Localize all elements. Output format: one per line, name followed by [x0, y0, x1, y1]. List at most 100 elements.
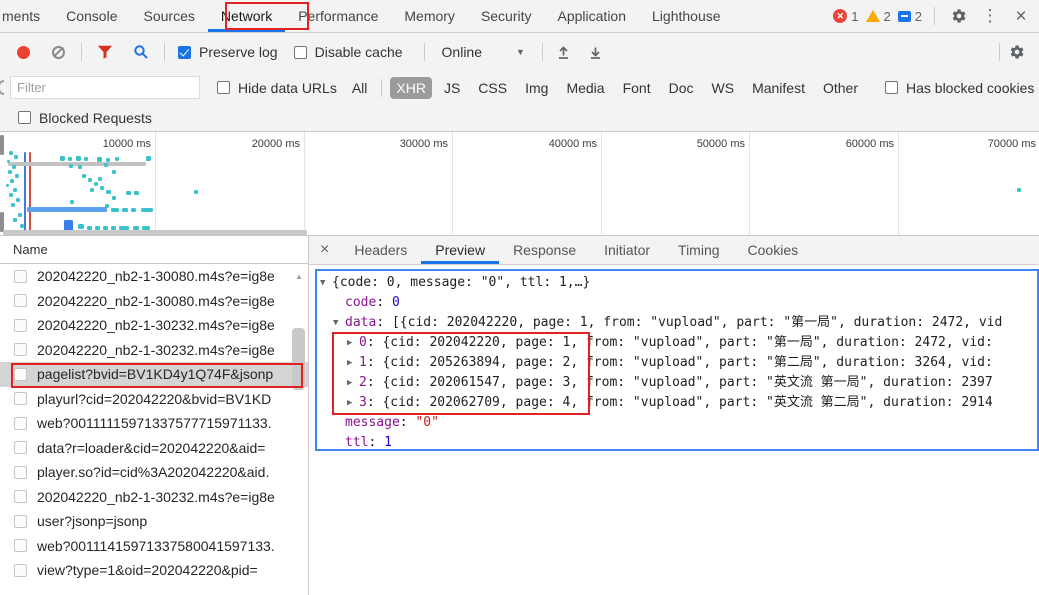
table-row[interactable]: view?type=1&oid=202042220&pid= [0, 558, 308, 583]
blocked-requests-checkbox[interactable] [18, 111, 31, 124]
table-row[interactable]: web?00111115971337577715971133. [0, 411, 308, 436]
network-settings-gear-icon[interactable] [1005, 40, 1029, 64]
tick-label: 40000 ms [549, 138, 597, 150]
type-filter-font[interactable]: Font [617, 77, 657, 99]
has-blocked-cookies-label[interactable]: Has blocked cookies [906, 80, 1034, 96]
waterfall-mark [76, 156, 81, 161]
message-count: 2 [915, 9, 922, 24]
detail-tab-initiator[interactable]: Initiator [590, 236, 664, 264]
close-devtools-icon[interactable]: × [1009, 4, 1033, 28]
scrollbar-thumb[interactable] [292, 328, 305, 390]
json-line[interactable]: ▼{code: 0, message: "0", ttl: 1,…} [318, 273, 1036, 293]
network-toolbar: Preserve log Disable cache Online ▼ [0, 33, 1039, 71]
type-filter-img[interactable]: Img [519, 77, 554, 99]
expander-icon[interactable]: ▼ [320, 273, 332, 293]
table-row[interactable]: 202042220_nb2-1-30080.m4s?e=ig8e [0, 289, 308, 314]
filter-input[interactable] [10, 76, 200, 99]
settings-gear-icon[interactable] [947, 4, 971, 28]
json-text: message [345, 415, 400, 430]
clear-icon[interactable] [52, 46, 65, 59]
json-line[interactable]: ▼data: [{cid: 202042220, page: 1, from: … [318, 313, 1036, 333]
detail-tab-preview[interactable]: Preview [421, 236, 499, 264]
detail-tab-cookies[interactable]: Cookies [734, 236, 813, 264]
waterfall-mark [0, 212, 4, 232]
filter-funnel-icon[interactable] [93, 40, 117, 64]
table-row[interactable]: 202042220_nb2-1-30232.m4s?e=ig8e [0, 485, 308, 510]
tab-security[interactable]: Security [468, 0, 545, 32]
preserve-log-checkbox[interactable] [178, 46, 191, 59]
detail-tab-timing[interactable]: Timing [664, 236, 734, 264]
type-filter-js[interactable]: JS [438, 77, 466, 99]
table-row[interactable]: data?r=loader&cid=202042220&aid= [0, 436, 308, 461]
expander-icon[interactable]: ▶ [347, 393, 359, 413]
close-detail-icon[interactable]: × [309, 236, 340, 264]
waterfall-mark [18, 213, 22, 217]
request-name: 202042220_nb2-1-30232.m4s?e=ig8e [37, 489, 275, 505]
json-line[interactable]: message: "0" [318, 413, 1036, 433]
warning-badge[interactable]: 2 [866, 9, 891, 24]
overview[interactable]: 10000 ms20000 ms30000 ms40000 ms50000 ms… [0, 132, 1039, 236]
json-line[interactable]: ▶0: {cid: 202042220, page: 1, from: "vup… [318, 333, 1036, 353]
table-row[interactable]: 202042220_nb2-1-30080.m4s?e=ig8e [0, 264, 308, 289]
tab-sources[interactable]: Sources [131, 0, 208, 32]
hide-data-urls-checkbox[interactable] [217, 81, 230, 94]
type-filter-doc[interactable]: Doc [663, 77, 700, 99]
name-column-header[interactable]: Name [0, 236, 308, 264]
type-filter-xhr[interactable]: XHR [390, 77, 432, 99]
preserve-log-label[interactable]: Preserve log [199, 44, 278, 60]
type-filter-media[interactable]: Media [560, 77, 610, 99]
tab-performance[interactable]: Performance [285, 0, 391, 32]
issues-badge[interactable]: 2 [898, 9, 922, 24]
resource-type-filters: All XHR JS CSS Img Media Font Doc WSManifest Othe… [343, 77, 867, 99]
expander-icon[interactable]: ▶ [347, 333, 359, 353]
tab-console[interactable]: Console [53, 0, 130, 32]
export-har-icon[interactable] [584, 40, 608, 64]
table-row[interactable]: player.so?id=cid%3A202042220&aid. [0, 460, 308, 485]
table-row[interactable]: web?00111415971337580041597133. [0, 534, 308, 559]
scroll-up-icon[interactable]: ▲ [295, 272, 303, 281]
type-filter-ws[interactable]: WS [706, 77, 741, 99]
grid-line [898, 132, 899, 235]
waterfall-mark [1017, 188, 1021, 192]
type-filter-other[interactable]: Other [817, 77, 864, 99]
expander-icon[interactable]: ▶ [347, 353, 359, 373]
tab-network[interactable]: Network [208, 0, 285, 32]
error-badge[interactable]: ✕ 1 [833, 9, 858, 24]
type-filter-all[interactable]: All [346, 77, 374, 99]
blocked-requests-label[interactable]: Blocked Requests [39, 110, 152, 126]
kebab-menu-icon[interactable]: ⋮ [978, 4, 1002, 28]
json-line[interactable]: ttl: 1 [318, 433, 1036, 453]
tab-lighthouse[interactable]: Lighthouse [639, 0, 734, 32]
table-row[interactable]: user?jsonp=jsonp [0, 509, 308, 534]
throttling-select[interactable]: Online ▼ [442, 44, 525, 60]
expander-icon[interactable]: ▶ [347, 373, 359, 393]
json-text: : {cid: 202062709, page: 4, from: "vuplo… [367, 395, 993, 410]
table-row[interactable]: playurl?cid=202042220&bvid=BV1KD [0, 387, 308, 412]
waterfall-mark [0, 135, 4, 155]
json-line[interactable]: code: 0 [318, 293, 1036, 313]
json-line[interactable]: ▶2: {cid: 202061547, page: 3, from: "vup… [318, 373, 1036, 393]
tab-ments[interactable]: ments [0, 0, 53, 32]
tab-application[interactable]: Application [545, 0, 640, 32]
json-tree[interactable]: ▼{code: 0, message: "0", ttl: 1,…}code: … [318, 273, 1036, 453]
json-line[interactable]: ▶1: {cid: 205263894, page: 2, from: "vup… [318, 353, 1036, 373]
has-blocked-cookies-checkbox[interactable] [885, 81, 898, 94]
detail-tab-headers[interactable]: Headers [340, 236, 421, 264]
disable-cache-checkbox[interactable] [294, 46, 307, 59]
search-icon[interactable] [129, 40, 153, 64]
disable-cache-label[interactable]: Disable cache [315, 44, 403, 60]
expander-icon[interactable]: ▼ [333, 313, 345, 333]
tab-memory[interactable]: Memory [391, 0, 468, 32]
record-icon[interactable] [17, 46, 30, 59]
table-row[interactable]: pagelist?bvid=BV1KD4y1Q74F&jsonp [0, 362, 308, 387]
hide-data-urls-label[interactable]: Hide data URLs [238, 80, 337, 96]
type-filter-manifest[interactable]: Manifest [746, 77, 811, 99]
table-row[interactable]: 202042220_nb2-1-30232.m4s?e=ig8e [0, 313, 308, 338]
waterfall-mark [126, 191, 131, 195]
import-har-icon[interactable] [552, 40, 576, 64]
json-line[interactable]: ▶3: {cid: 202062709, page: 4, from: "vup… [318, 393, 1036, 413]
grid-line [155, 132, 156, 235]
table-row[interactable]: 202042220_nb2-1-30232.m4s?e=ig8e [0, 338, 308, 363]
type-filter-css[interactable]: CSS [472, 77, 513, 99]
detail-tab-response[interactable]: Response [499, 236, 590, 264]
